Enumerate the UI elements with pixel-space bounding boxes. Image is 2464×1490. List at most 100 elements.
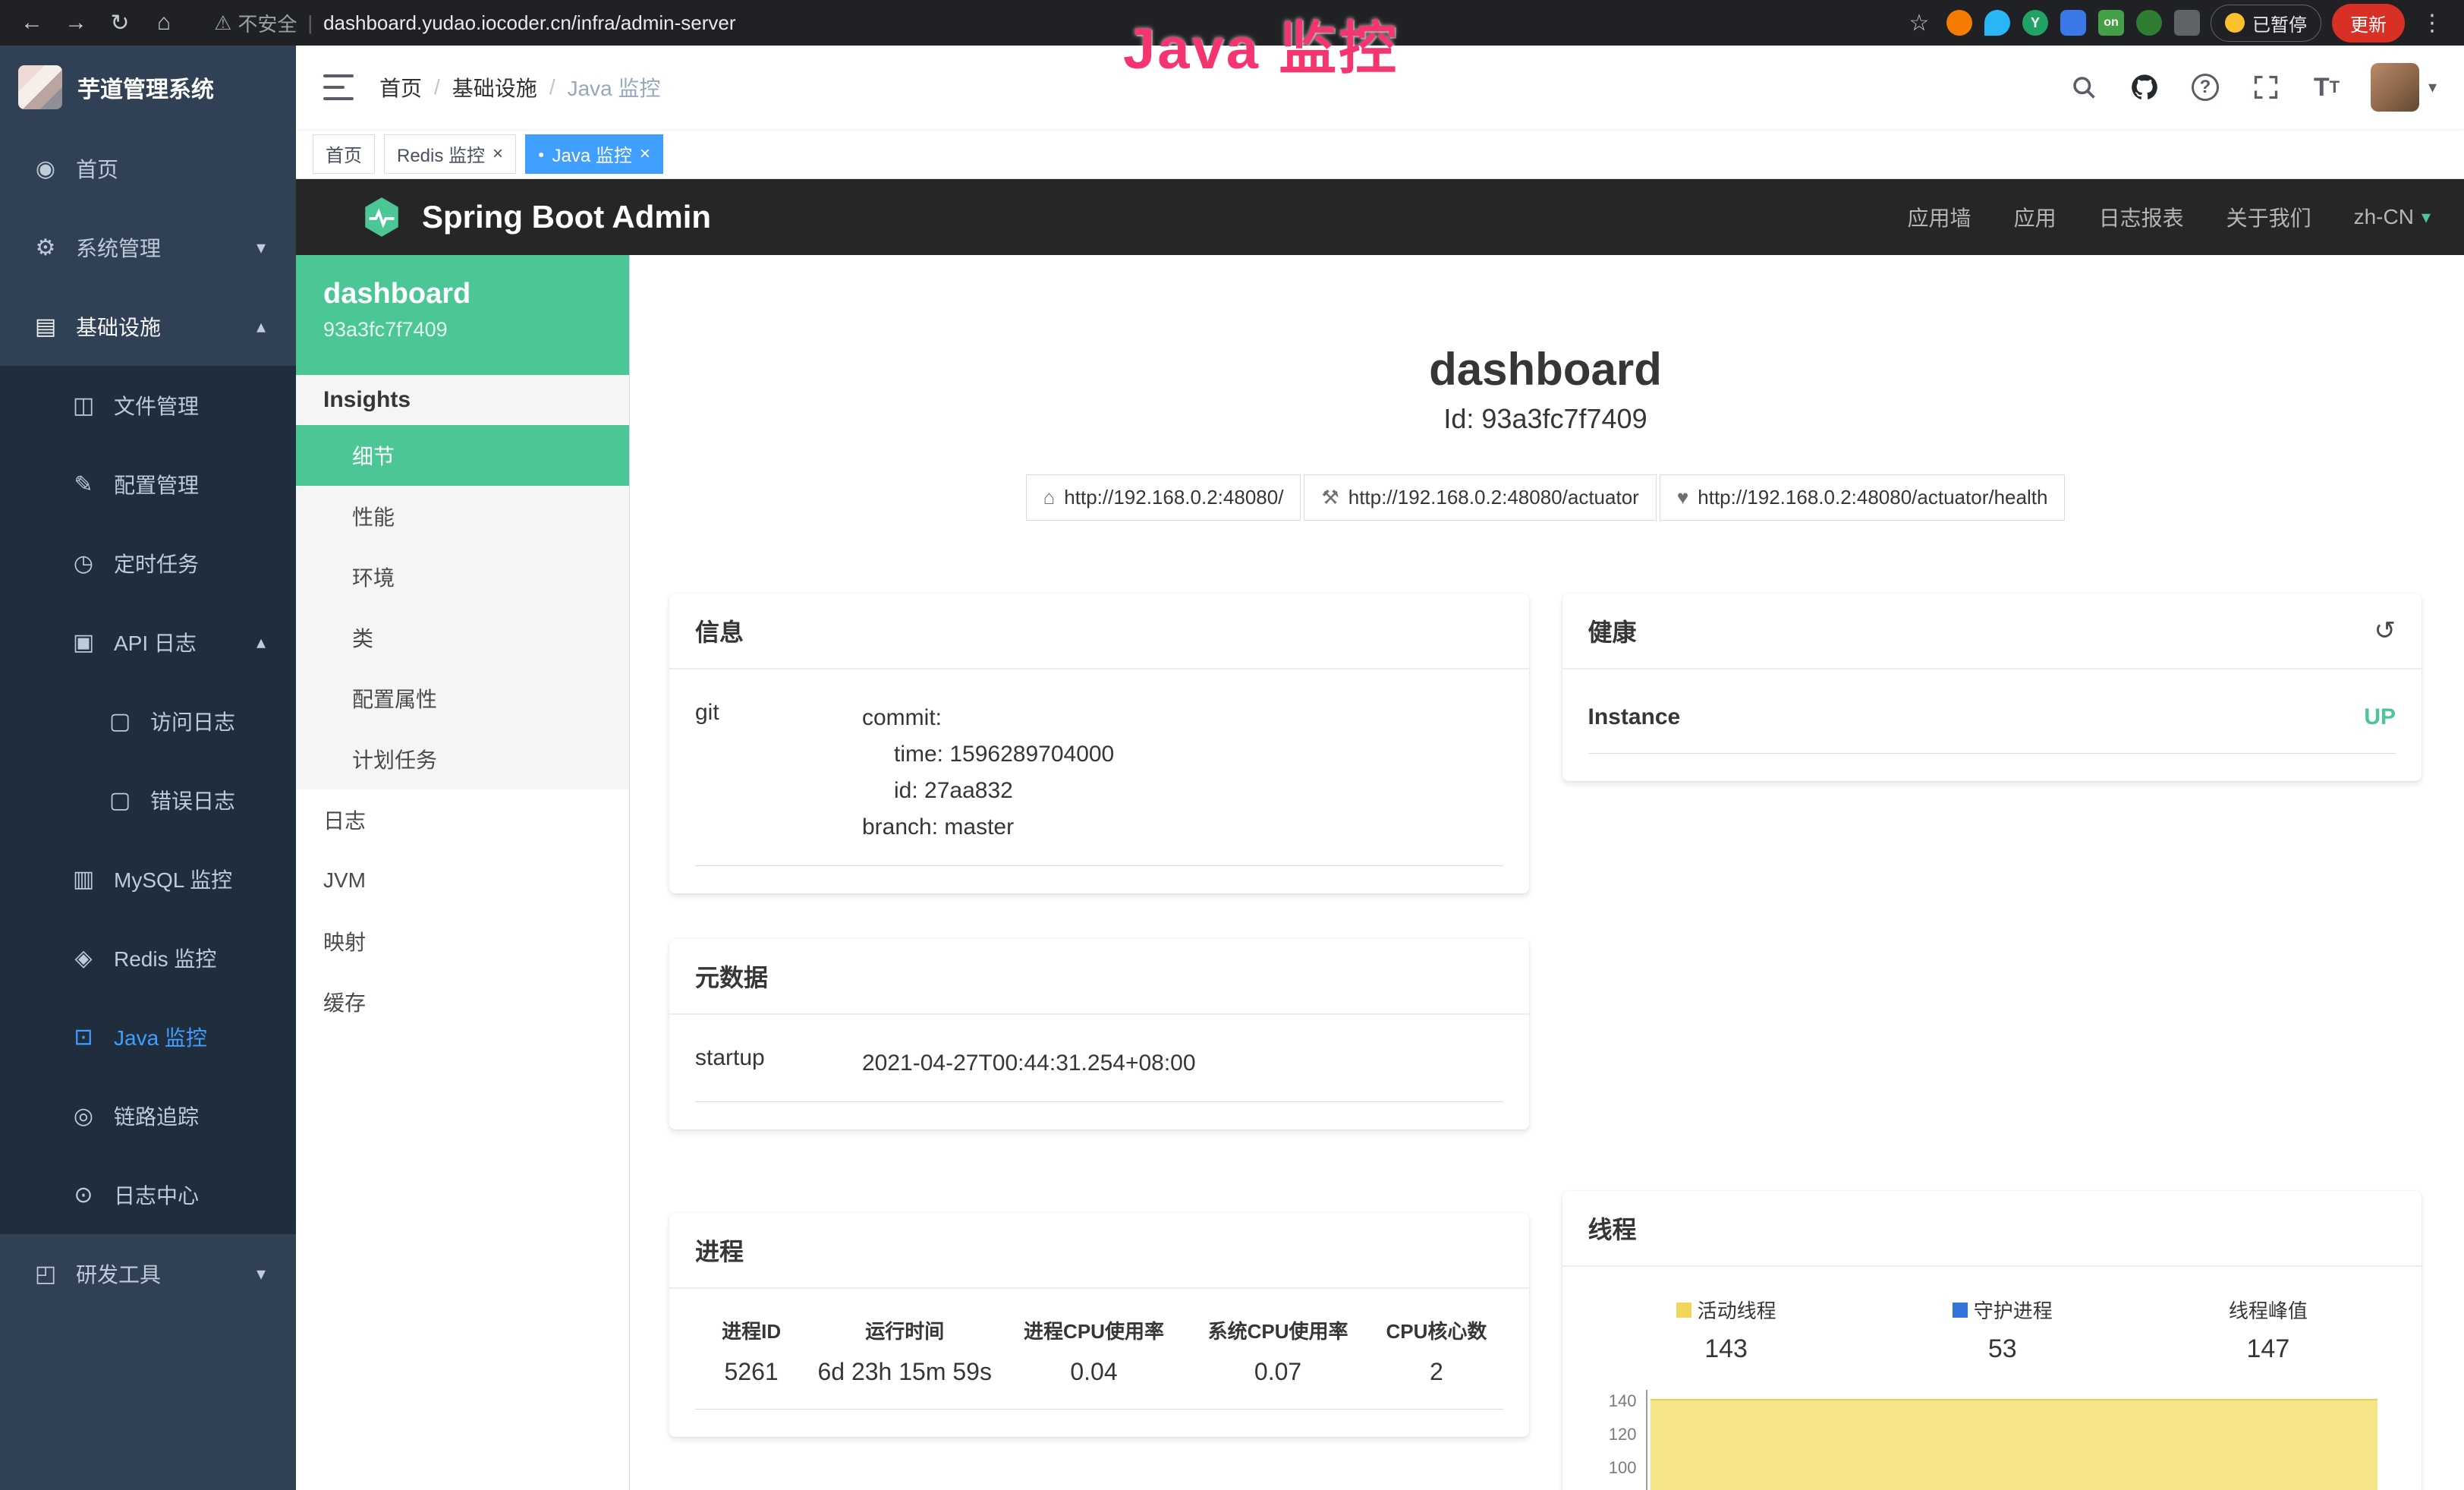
instance-menu-caches[interactable]: 缓存 — [296, 972, 629, 1032]
cards-right-column: 健康 ↺ Instance UP — [1562, 594, 2422, 1490]
extension-icon-orange[interactable] — [1946, 10, 1972, 36]
sidebar-item-label: API 日志 — [114, 627, 197, 657]
service-url-link[interactable]: ⌂ http://192.168.0.2:48080/ — [1026, 474, 1301, 521]
health-url-link[interactable]: ♥ http://192.168.0.2:48080/actuator/heal… — [1660, 474, 2066, 521]
sba-nav-applications[interactable]: 应用 — [2014, 202, 2056, 232]
close-icon[interactable]: × — [640, 145, 650, 163]
forward-button[interactable]: → — [59, 6, 93, 39]
app-title: 芋道管理系统 — [77, 71, 214, 104]
log-icon: ▢ — [106, 787, 134, 814]
legend-peak-threads: 线程峰值 147 — [2229, 1296, 2308, 1364]
instance-menu-details[interactable]: 细节 — [296, 425, 629, 486]
instance-menu-classes[interactable]: 类 — [296, 607, 629, 668]
process-col-header: 进程ID — [695, 1316, 807, 1344]
close-icon[interactable]: × — [492, 145, 503, 163]
sba-locale-select[interactable]: zh-CN ▾ — [2354, 205, 2431, 229]
legend-daemon-threads: 守护进程 53 — [1953, 1296, 2053, 1364]
instance-menu-logs[interactable]: 日志 — [296, 789, 629, 850]
sidebar-item-access-logs[interactable]: ▢ 访问日志 — [0, 682, 296, 761]
instance-menu-environment[interactable]: 环境 — [296, 547, 629, 607]
tab-bar: 首页 Redis 监控 × ● Java 监控 × — [296, 129, 2464, 179]
process-col-header: 进程CPU使用率 — [1002, 1316, 1186, 1344]
sidebar-item-error-logs[interactable]: ▢ 错误日志 — [0, 761, 296, 840]
sidebar-item-label: 访问日志 — [150, 706, 235, 736]
log-icon: ▢ — [106, 708, 134, 735]
address-bar[interactable]: ⚠ 不安全 | dashboard.yudao.iocoder.cn/infra… — [191, 9, 1892, 37]
back-button[interactable]: ← — [15, 6, 49, 39]
extension-icon-drop[interactable] — [1984, 10, 2010, 36]
document-icon: ▣ — [70, 629, 97, 656]
sidebar-item-label: 系统管理 — [76, 232, 161, 263]
sidebar-item-scheduled-tasks[interactable]: ◷ 定时任务 — [0, 524, 296, 603]
link-label: http://192.168.0.2:48080/actuator/health — [1698, 486, 2047, 509]
github-icon[interactable] — [2128, 71, 2161, 104]
instance-menu-scheduled-tasks[interactable]: 计划任务 — [296, 729, 629, 789]
sidebar-item-java-monitor[interactable]: ⊡ Java 监控 — [0, 997, 296, 1076]
chevron-down-icon: ▾ — [2428, 77, 2437, 97]
paused-badge[interactable]: 已暂停 — [2211, 5, 2321, 42]
extension-icon-puzzle[interactable] — [2174, 10, 2200, 36]
instance-menu-config-props[interactable]: 配置属性 — [296, 668, 629, 729]
extension-icon-on-switch[interactable]: on — [2098, 10, 2124, 36]
home-button[interactable]: ⌂ — [147, 6, 181, 39]
font-size-icon[interactable]: TT — [2310, 71, 2343, 104]
help-icon[interactable]: ? — [2189, 71, 2222, 104]
chevron-down-icon: ▾ — [256, 1263, 266, 1285]
eye-icon: ◎ — [70, 1103, 97, 1129]
user-avatar[interactable]: ▾ — [2371, 63, 2437, 112]
sidebar-item-home[interactable]: ◉ 首页 — [0, 129, 296, 208]
bookmark-star-icon[interactable]: ☆ — [1902, 6, 1936, 39]
history-icon[interactable]: ↺ — [2374, 616, 2396, 646]
instance-header[interactable]: dashboard 93a3fc7f7409 — [296, 255, 629, 375]
sidebar-item-dev-tools[interactable]: ◰ 研发工具 ▾ — [0, 1234, 296, 1313]
card-title: 元数据 — [695, 959, 768, 994]
instance-menu-jvm[interactable]: JVM — [296, 850, 629, 911]
fullscreen-icon[interactable] — [2249, 71, 2283, 104]
sidebar-item-config-management[interactable]: ✎ 配置管理 — [0, 445, 296, 524]
sidebar-item-infrastructure[interactable]: ▤ 基础设施 ▴ — [0, 287, 296, 366]
legend-toggle[interactable]: 守护进程 — [1953, 1296, 2053, 1324]
tab-home[interactable]: 首页 — [313, 134, 375, 174]
security-warning[interactable]: ⚠ 不安全 — [214, 9, 297, 37]
instance-menu-mappings[interactable]: 映射 — [296, 911, 629, 972]
sidebar-item-trace[interactable]: ◎ 链路追踪 — [0, 1076, 296, 1155]
tab-java-monitor[interactable]: ● Java 监控 × — [525, 134, 663, 174]
sba-brand-title: Spring Boot Admin — [422, 199, 711, 235]
sidebar-item-label: 链路追踪 — [114, 1101, 199, 1131]
search-icon[interactable] — [2067, 71, 2101, 104]
sidebar-collapse-icon[interactable] — [323, 74, 354, 100]
breadcrumb-home[interactable]: 首页 — [379, 72, 422, 102]
cards-left-column: 信息 git commit: time: 1596289704000 id: 2… — [669, 594, 1529, 1437]
instance-menu-performance[interactable]: 性能 — [296, 486, 629, 547]
actuator-url-link[interactable]: ⚒ http://192.168.0.2:48080/actuator — [1304, 474, 1656, 521]
breadcrumb-infrastructure[interactable]: 基础设施 — [452, 72, 537, 102]
legend-toggle[interactable]: 活动线程 — [1676, 1296, 1776, 1324]
sba-nav-about[interactable]: 关于我们 — [2226, 202, 2311, 232]
sidebar-item-file-management[interactable]: ◫ 文件管理 — [0, 366, 296, 445]
url-divider: | — [307, 11, 313, 35]
process-col-header: 系统CPU使用率 — [1186, 1316, 1370, 1344]
sidebar-item-mysql-monitor[interactable]: ▥ MySQL 监控 — [0, 840, 296, 918]
file-icon: ◫ — [70, 392, 97, 419]
live-threads-area — [1651, 1399, 2378, 1490]
sidebar-item-api-logs[interactable]: ▣ API 日志 ▴ — [0, 603, 296, 682]
sidebar-item-log-center[interactable]: ⊙ 日志中心 — [0, 1155, 296, 1234]
sidebar-item-system-management[interactable]: ⚙ 系统管理 ▾ — [0, 208, 296, 287]
extension-icon-leaf[interactable] — [2136, 10, 2162, 36]
browser-menu-kebab-icon[interactable]: ⋮ — [2415, 6, 2449, 39]
sba-nav-wallboard[interactable]: 应用墙 — [1908, 202, 1972, 232]
update-button[interactable]: 更新 — [2332, 4, 2405, 43]
sidebar-item-redis-monitor[interactable]: ◈ Redis 监控 — [0, 918, 296, 997]
sidebar-item-label: 研发工具 — [76, 1258, 161, 1289]
sba-brand[interactable]: Spring Boot Admin — [360, 195, 711, 239]
extension-icon-green-circle[interactable]: Y — [2022, 10, 2048, 36]
tab-redis-monitor[interactable]: Redis 监控 × — [384, 134, 516, 174]
process-cpu: 0.04 — [1002, 1358, 1186, 1386]
health-instance-row[interactable]: Instance UP — [1588, 677, 2396, 754]
reload-button[interactable]: ↻ — [103, 6, 137, 39]
legend-value: 143 — [1676, 1334, 1776, 1364]
sidebar-item-label: 错误日志 — [150, 785, 235, 815]
sba-nav-journal[interactable]: 日志报表 — [2099, 202, 2184, 232]
extension-icon-blue-grid[interactable] — [2060, 10, 2086, 36]
active-dot-icon: ● — [538, 148, 544, 160]
